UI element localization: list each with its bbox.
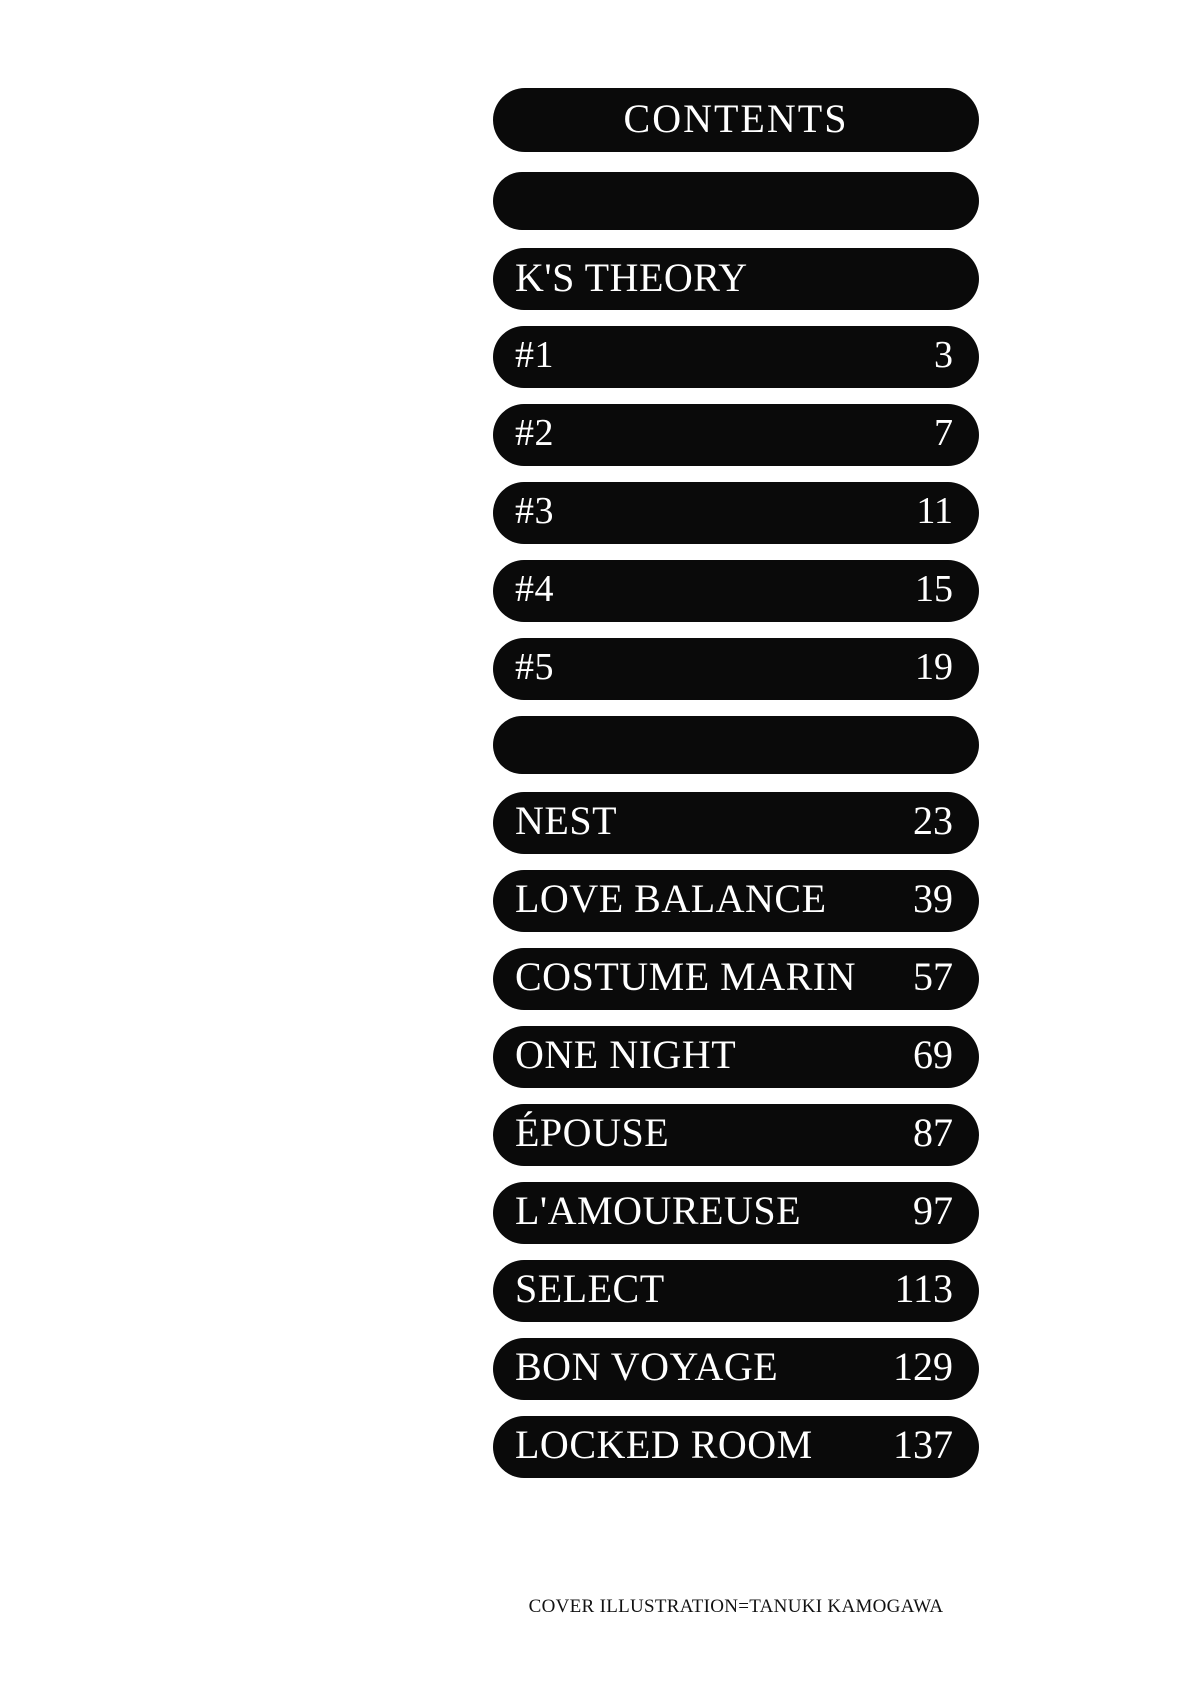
toc-entry-page: 23 xyxy=(913,798,953,843)
toc-entry-page: 7 xyxy=(934,412,953,454)
toc-entry-love-balance[interactable]: LOVE BALANCE 39 xyxy=(493,870,979,932)
toc-entry-page: 19 xyxy=(915,646,953,688)
toc-entry-page: 15 xyxy=(915,568,953,610)
toc-entry-page: 113 xyxy=(894,1266,953,1311)
toc-entry-title: #3 xyxy=(515,490,554,532)
toc-entry-chapter-4[interactable]: #4 15 xyxy=(493,560,979,622)
toc-entry-page: 87 xyxy=(913,1110,953,1155)
spacer-bar-mid xyxy=(493,716,979,774)
toc-entry-title: NEST xyxy=(515,798,617,843)
toc-entry-page: 39 xyxy=(913,876,953,921)
toc-entry-one-night[interactable]: ONE NIGHT 69 xyxy=(493,1026,979,1088)
toc-entry-title: COSTUME MARIN xyxy=(515,954,856,999)
toc-entry-lamoureuse[interactable]: L'AMOUREUSE 97 xyxy=(493,1182,979,1244)
toc-entry-title: L'AMOUREUSE xyxy=(515,1188,802,1233)
spacer-bar-top xyxy=(493,172,979,230)
toc-entry-title: LOVE BALANCE xyxy=(515,876,827,921)
toc-entry-title: #1 xyxy=(515,334,554,376)
toc-entry-chapter-2[interactable]: #2 7 xyxy=(493,404,979,466)
toc-entry-title: LOCKED ROOM xyxy=(515,1422,813,1467)
toc-entry-bon-voyage[interactable]: BON VOYAGE 129 xyxy=(493,1338,979,1400)
toc-entry-nest[interactable]: NEST 23 xyxy=(493,792,979,854)
toc-entry-costume-marin[interactable]: COSTUME MARIN 57 xyxy=(493,948,979,1010)
toc-entry-page: 137 xyxy=(893,1422,953,1467)
toc-entry-chapter-1[interactable]: #1 3 xyxy=(493,326,979,388)
page-title: CONTENTS xyxy=(623,95,849,141)
cover-illustration-credit: COVER ILLUSTRATION=TANUKI KAMOGAWA xyxy=(528,1596,944,1617)
toc-entry-title: ONE NIGHT xyxy=(515,1032,737,1077)
toc-entry-title: BON VOYAGE xyxy=(515,1344,779,1389)
toc-entry-title: SELECT xyxy=(515,1266,665,1311)
toc-entry-epouse[interactable]: ÉPOUSE 87 xyxy=(493,1104,979,1166)
section-title: K'S THEORY xyxy=(515,254,748,300)
toc-entry-select[interactable]: SELECT 113 xyxy=(493,1260,979,1322)
section-header-ks-theory: K'S THEORY xyxy=(493,248,979,310)
contents-header: CONTENTS xyxy=(493,88,979,152)
toc-entry-title: #4 xyxy=(515,568,554,610)
toc-entry-title: #2 xyxy=(515,412,554,454)
toc-entry-page: 97 xyxy=(913,1188,953,1233)
toc-entry-locked-room[interactable]: LOCKED ROOM 137 xyxy=(493,1416,979,1478)
table-of-contents: CONTENTS K'S THEORY #1 3 #2 7 #3 11 #4 1… xyxy=(493,88,979,1494)
toc-entry-title: #5 xyxy=(515,646,554,688)
toc-entry-chapter-3[interactable]: #3 11 xyxy=(493,482,979,544)
toc-entry-page: 69 xyxy=(913,1032,953,1077)
toc-entry-page: 129 xyxy=(893,1344,953,1389)
toc-entry-title: ÉPOUSE xyxy=(515,1110,670,1155)
toc-entry-page: 3 xyxy=(934,334,953,376)
toc-entry-page: 11 xyxy=(916,490,953,532)
contents-page: CONTENTS K'S THEORY #1 3 #2 7 #3 11 #4 1… xyxy=(0,0,1200,1698)
toc-entry-page: 57 xyxy=(913,954,953,999)
toc-entry-chapter-5[interactable]: #5 19 xyxy=(493,638,979,700)
